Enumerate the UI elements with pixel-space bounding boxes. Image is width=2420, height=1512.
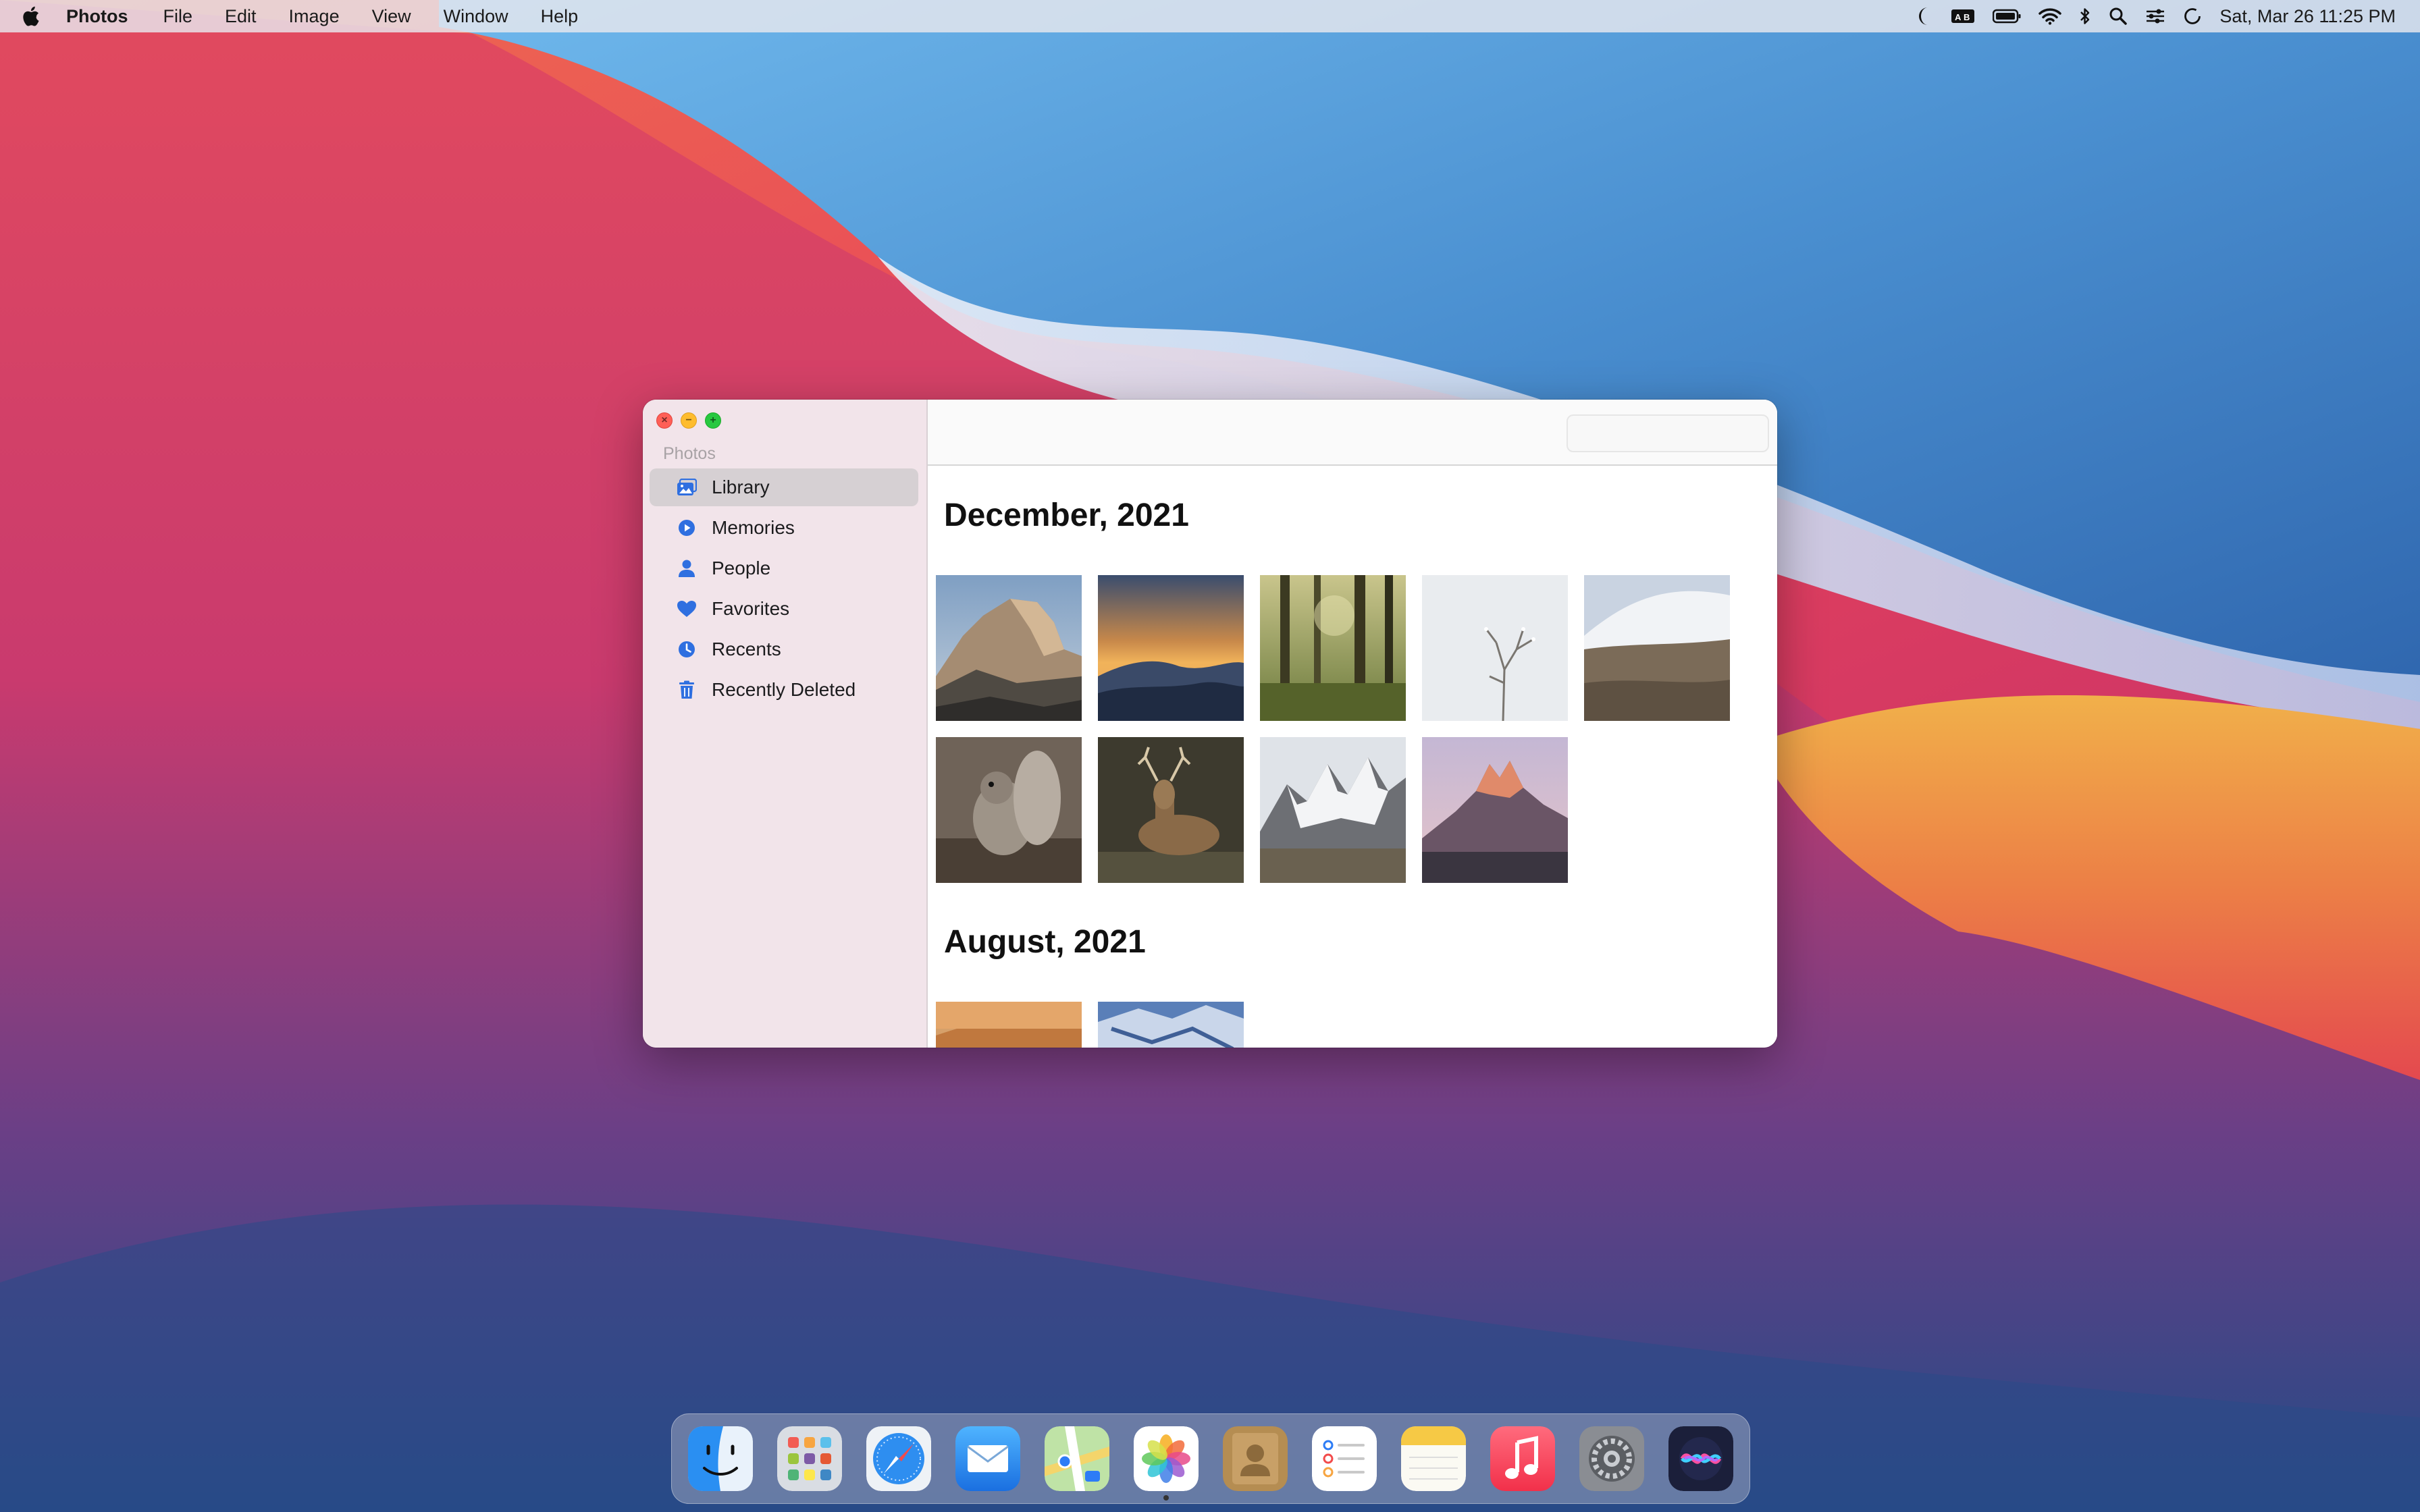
heart-icon [675, 597, 698, 620]
photo-thumbnail-forest[interactable] [1260, 575, 1406, 721]
zoom-icon: + [710, 414, 716, 426]
dock-safari-icon[interactable] [866, 1426, 931, 1491]
dock-reminders-icon[interactable] [1312, 1426, 1377, 1491]
menu-window[interactable]: Window [444, 6, 508, 27]
dock-mail-icon[interactable] [955, 1426, 1020, 1491]
menu-bar: Photos File Edit Image View Window Help … [0, 0, 2420, 32]
search-field[interactable] [1567, 414, 1769, 452]
svg-text:A: A [1955, 12, 1962, 22]
sidebar-item-label: Recents [712, 639, 781, 659]
sidebar-item-people[interactable]: People [650, 549, 918, 587]
group-heading-december: December, 2021 [944, 497, 1189, 533]
minimize-icon: − [685, 414, 692, 426]
close-button[interactable]: × [656, 412, 673, 429]
photo-thumbnail-fitz-roy[interactable] [1422, 737, 1568, 883]
menu-clock[interactable]: Sat, Mar 26 11:25 PM [2219, 6, 2396, 27]
photo-thumbnail-squirrel[interactable] [936, 737, 1082, 883]
photo-thumbnail-frosted-branch[interactable] [1422, 575, 1568, 721]
control-center-icon[interactable] [2145, 7, 2165, 25]
trash-icon [675, 678, 698, 701]
apple-logo-icon[interactable] [22, 4, 42, 28]
photo-thumbnail-sunset-ridge[interactable] [1098, 575, 1244, 721]
close-icon: × [661, 414, 668, 426]
memories-play-icon [675, 516, 698, 539]
running-indicator-photos [1163, 1495, 1169, 1501]
sidebar-item-label: Favorites [712, 598, 790, 619]
menu-image[interactable]: Image [289, 6, 340, 27]
sidebar-item-recents[interactable]: Recents [650, 630, 918, 668]
dock-contacts-icon[interactable] [1223, 1426, 1288, 1491]
photo-thumbnail-half-dome[interactable] [936, 575, 1082, 721]
dock [671, 1413, 1750, 1504]
person-icon [675, 557, 698, 580]
sidebar-list: Library Memories People Favorites Recent… [650, 468, 918, 711]
sidebar-item-label: Library [712, 477, 770, 497]
window-controls: × − + [656, 412, 721, 429]
dock-notes-icon[interactable] [1401, 1426, 1466, 1491]
library-icon [675, 476, 698, 499]
main-pane: December, 2021 August, 2021 [928, 400, 1777, 1048]
dock-launchpad-icon[interactable] [777, 1426, 842, 1491]
wifi-icon[interactable] [2038, 7, 2062, 25]
menu-view[interactable]: View [372, 6, 411, 27]
dock-siri-icon[interactable] [1668, 1426, 1733, 1491]
dock-photos-icon[interactable] [1134, 1426, 1199, 1491]
sidebar-item-library[interactable]: Library [650, 468, 918, 506]
menu-app-name[interactable]: Photos [66, 6, 128, 27]
photo-thumbnail-snowy-mountain-blue[interactable] [1098, 1002, 1244, 1048]
sidebar-item-favorites[interactable]: Favorites [650, 590, 918, 628]
sidebar-item-label: People [712, 558, 771, 578]
sidebar: × − + Photos Library Memories People Fav… [643, 400, 928, 1048]
photo-grid-scroll[interactable]: December, 2021 August, 2021 [928, 466, 1777, 1048]
minimize-button[interactable]: − [681, 412, 697, 429]
dock-finder-icon[interactable] [688, 1426, 753, 1491]
bluetooth-icon[interactable] [2079, 7, 2091, 26]
svg-text:B: B [1964, 12, 1970, 22]
sidebar-item-recently-deleted[interactable]: Recently Deleted [650, 671, 918, 709]
photo-thumbnail-snowy-peaks[interactable] [1260, 737, 1406, 883]
menu-help[interactable]: Help [541, 6, 579, 27]
menu-edit[interactable]: Edit [225, 6, 257, 27]
search-input[interactable] [1568, 416, 1768, 451]
battery-icon[interactable] [1993, 8, 2021, 24]
siri-status-icon[interactable] [2183, 7, 2202, 26]
spotlight-search-icon[interactable] [2109, 7, 2128, 26]
sidebar-item-label: Memories [712, 517, 795, 538]
photo-thumbnail-deer[interactable] [1098, 737, 1244, 883]
photos-window: × − + Photos Library Memories People Fav… [643, 400, 1777, 1048]
dock-system-preferences-icon[interactable] [1579, 1426, 1644, 1491]
dock-maps-icon[interactable] [1045, 1426, 1109, 1491]
dock-music-icon[interactable] [1490, 1426, 1555, 1491]
sidebar-item-memories[interactable]: Memories [650, 509, 918, 547]
photo-thumbnail-snowy-hills[interactable] [1584, 575, 1730, 721]
status-menu-area: AB Sat, Mar 26 11:25 PM [1916, 0, 2396, 32]
group-heading-august: August, 2021 [944, 924, 1146, 960]
zoom-button[interactable]: + [705, 412, 721, 429]
clock-icon [675, 638, 698, 661]
sidebar-item-label: Recently Deleted [712, 679, 856, 700]
moon-icon[interactable] [1916, 6, 1933, 26]
sidebar-section-title: Photos [663, 444, 716, 463]
keyboard-input-icon[interactable]: AB [1951, 7, 1975, 25]
toolbar [928, 400, 1777, 466]
menu-file[interactable]: File [163, 6, 193, 27]
photo-thumbnail-desert-dune[interactable] [936, 1002, 1082, 1048]
